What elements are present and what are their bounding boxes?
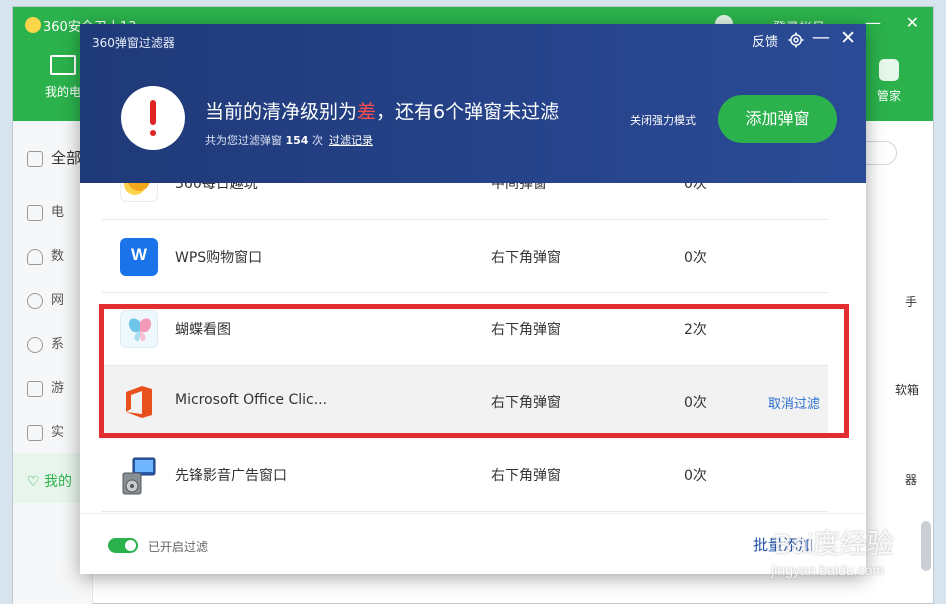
butterfly-icon bbox=[128, 318, 152, 342]
add-popup-button[interactable]: 添加弹窗 bbox=[718, 95, 837, 143]
gear-icon[interactable] bbox=[788, 32, 804, 48]
popup-count: 0次 bbox=[684, 395, 707, 411]
sidebar-heading[interactable]: 全部 bbox=[27, 147, 81, 168]
360-logo-icon bbox=[25, 17, 41, 33]
sidebar-item-favorites[interactable]: ♡ 我的 bbox=[27, 471, 72, 491]
tab-my-computer[interactable]: 我的电 bbox=[43, 55, 83, 100]
sidebar-item-1[interactable]: 电 bbox=[27, 201, 64, 221]
row-divider bbox=[102, 511, 828, 512]
sidebar-item-2[interactable]: 数 bbox=[27, 245, 64, 265]
sidebar-item-3[interactable]: 网 bbox=[27, 289, 64, 309]
alert-exclamation-bar bbox=[150, 100, 156, 125]
toolbox-icon bbox=[27, 150, 43, 167]
headline-suffix: ，还有6个弹窗未过滤 bbox=[376, 101, 560, 123]
gamepad-icon bbox=[878, 59, 899, 81]
list-item[interactable]: 蝴蝶看图 右下角弹窗 2次 bbox=[102, 293, 828, 366]
popup-type: 右下角弹窗 bbox=[491, 322, 561, 338]
sidebar-item-label: 数 bbox=[51, 249, 65, 264]
popup-name: 蝴蝶看图 bbox=[175, 322, 231, 338]
office-icon bbox=[126, 386, 152, 418]
app-icon-butterfly bbox=[120, 310, 158, 348]
popup-type: 右下角弹窗 bbox=[491, 250, 561, 266]
sidebar-favorites-label: 我的 bbox=[44, 474, 73, 490]
popup-type: 右下角弹窗 bbox=[491, 395, 561, 411]
app-icon-office bbox=[120, 383, 158, 421]
media-player-icon bbox=[122, 457, 156, 495]
heart-icon: ♡ bbox=[27, 474, 45, 490]
list-item[interactable]: 先锋影音广告窗口 右下角弹窗 0次 bbox=[102, 439, 828, 512]
filter-count: 154 bbox=[285, 134, 309, 147]
status-headline: 当前的清净级别为差，还有6个弹窗未过滤 bbox=[205, 97, 559, 124]
dialog-title: 360弹窗过滤器 bbox=[92, 36, 175, 50]
dialog-footer: 已开启过滤 批量添加 bbox=[80, 513, 866, 574]
app-icon-wps: W bbox=[120, 238, 158, 276]
sidebar-item-label: 游 bbox=[51, 381, 65, 396]
sidebar-heading-label: 全部 bbox=[51, 149, 82, 167]
sidebar-item-label: 系 bbox=[51, 337, 65, 352]
dialog-header: 360弹窗过滤器 反馈 — ✕ 当前的清净级别为差，还有6个弹窗未过滤 共为您过… bbox=[80, 24, 866, 183]
cancel-filter-button[interactable]: 取消过滤 bbox=[768, 393, 820, 412]
popup-filter-dialog: 360弹窗过滤器 反馈 — ✕ 当前的清净级别为差，还有6个弹窗未过滤 共为您过… bbox=[80, 24, 866, 574]
close-icon[interactable]: ✕ bbox=[840, 27, 856, 49]
shield-icon bbox=[27, 248, 43, 265]
monitor-icon bbox=[27, 204, 43, 221]
popup-count: 2次 bbox=[684, 322, 707, 338]
wrench-icon bbox=[27, 424, 43, 441]
sidebar-item-5[interactable]: 游 bbox=[27, 377, 64, 397]
popup-count: 0次 bbox=[684, 183, 707, 192]
right-label-1: 手 bbox=[905, 295, 918, 309]
list-item[interactable]: 360每日趣玩 中间弹窗 0次 bbox=[102, 183, 828, 220]
list-item[interactable]: Microsoft Office Clic... 右下角弹窗 0次 取消过滤 bbox=[102, 366, 828, 439]
right-label-3: 器 bbox=[905, 473, 918, 487]
filter-toggle-label: 已开启过滤 bbox=[148, 540, 209, 554]
popup-name: WPS购物窗口 bbox=[175, 250, 263, 266]
sidebar-item-label: 实 bbox=[51, 425, 65, 440]
image-icon bbox=[27, 380, 43, 397]
filter-toggle[interactable] bbox=[108, 538, 138, 553]
summary-prefix: 共为您过滤弹窗 bbox=[205, 134, 282, 147]
tab-manager[interactable]: 管家 bbox=[877, 59, 901, 104]
scrollbar[interactable] bbox=[921, 521, 931, 571]
sidebar-item-4[interactable]: 系 bbox=[27, 333, 64, 353]
sidebar-item-label: 网 bbox=[51, 293, 65, 308]
filter-summary: 共为您过滤弹窗 154 次过滤记录 bbox=[205, 132, 373, 148]
gear-icon bbox=[27, 336, 43, 353]
main-close-icon[interactable]: ✕ bbox=[906, 13, 919, 32]
popup-type: 右下角弹窗 bbox=[491, 468, 561, 484]
watermark-logo: Bai度经验 bbox=[773, 529, 894, 559]
summary-unit: 次 bbox=[311, 134, 323, 147]
popup-name: 360每日趣玩 bbox=[175, 183, 258, 192]
popup-type: 中间弹窗 bbox=[491, 183, 547, 192]
popup-count: 0次 bbox=[684, 250, 707, 266]
main-minimize-icon[interactable]: — bbox=[865, 13, 881, 32]
tab-my-computer-label: 我的电 bbox=[44, 85, 81, 99]
power-mode-toggle[interactable]: 关闭强力模式 bbox=[630, 112, 696, 128]
list-item[interactable]: W WPS购物窗口 右下角弹窗 0次 bbox=[102, 220, 828, 293]
history-link[interactable]: 过滤记录 bbox=[329, 134, 373, 147]
right-label-2: 软箱 bbox=[895, 383, 920, 397]
sidebar-item-6[interactable]: 实 bbox=[27, 421, 64, 441]
popup-list: 360每日趣玩 中间弹窗 0次 W WPS购物窗口 右下角弹窗 0次 蝴蝶看图 … bbox=[80, 183, 866, 513]
headline-prefix: 当前的清净级别为 bbox=[205, 101, 358, 123]
app-icon-xfplay bbox=[120, 456, 158, 495]
alert-icon bbox=[121, 86, 185, 150]
feedback-link[interactable]: 反馈 bbox=[752, 31, 778, 50]
globe-icon bbox=[27, 292, 43, 309]
popup-name: 先锋影音广告窗口 bbox=[175, 468, 287, 484]
alert-exclamation-dot bbox=[150, 130, 156, 136]
watermark-url: jingyan.baidu.com bbox=[771, 562, 884, 578]
app-icon-daily-fun bbox=[120, 183, 158, 202]
status-level: 差 bbox=[357, 101, 377, 123]
tab-manager-label: 管家 bbox=[876, 89, 901, 103]
sidebar-item-label: 电 bbox=[51, 205, 65, 220]
minimize-icon[interactable]: — bbox=[812, 27, 830, 48]
monitor-icon bbox=[50, 55, 76, 75]
popup-name: Microsoft Office Clic... bbox=[175, 392, 328, 408]
popup-count: 0次 bbox=[684, 468, 707, 484]
